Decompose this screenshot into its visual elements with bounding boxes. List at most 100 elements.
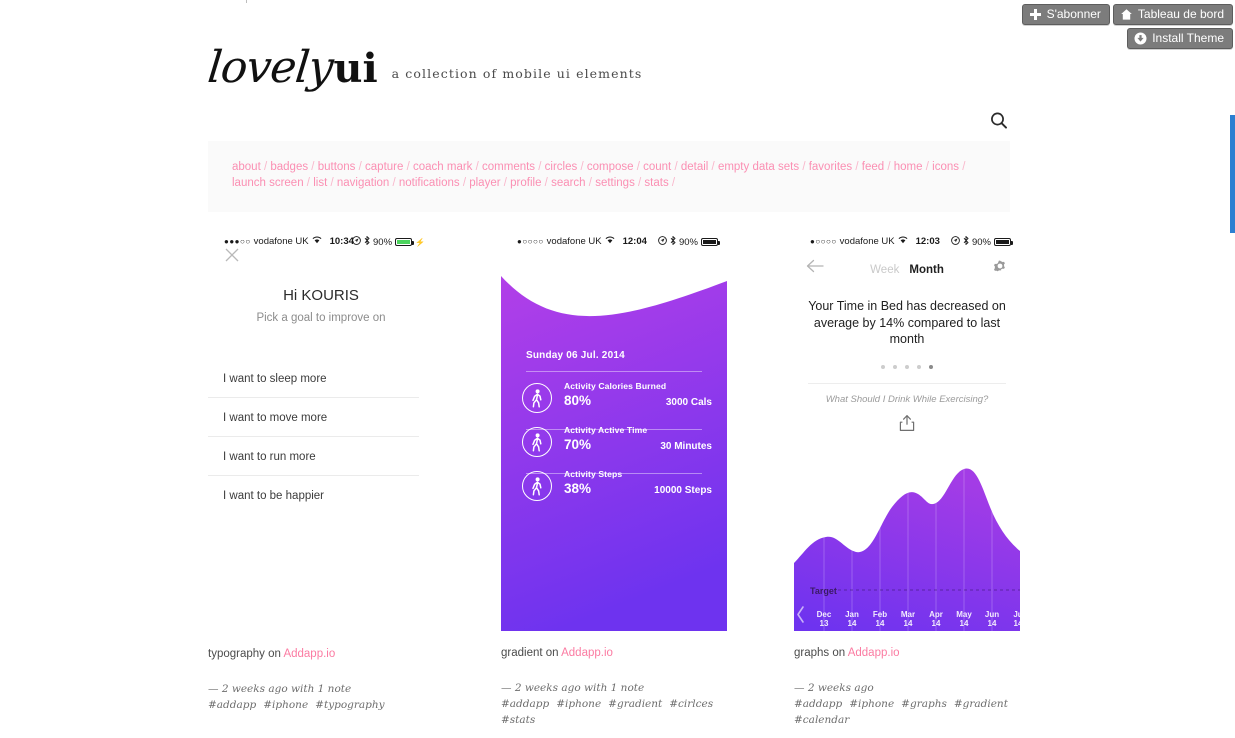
install-theme-button[interactable]: Install Theme: [1127, 28, 1233, 49]
carousel-dot-active[interactable]: [929, 364, 933, 369]
tag[interactable]: #graphs: [901, 698, 947, 710]
wifi-icon: [312, 236, 322, 247]
svg-text:14: 14: [1014, 619, 1020, 628]
activity-row-steps[interactable]: Activity Steps 38% 10000 Steps: [517, 465, 717, 519]
tag[interactable]: #gradient: [608, 698, 662, 710]
tag[interactable]: #iphone: [849, 698, 894, 710]
tag[interactable]: #typography: [315, 699, 384, 711]
caption-link[interactable]: Addapp.io: [848, 647, 900, 659]
nav-link-comments[interactable]: comments: [482, 161, 535, 173]
nav-link-player[interactable]: player: [469, 177, 500, 189]
nav-link-compose[interactable]: compose: [587, 161, 634, 173]
nav-link-detail[interactable]: detail: [681, 161, 709, 173]
tag[interactable]: #stats: [501, 714, 535, 726]
tag[interactable]: #gradient: [954, 698, 1008, 710]
nav-link-home[interactable]: home: [894, 161, 923, 173]
nav-link-stats[interactable]: stats: [644, 177, 668, 189]
walking-person-icon: [522, 383, 552, 413]
scrollbar-thumb[interactable]: [1230, 115, 1235, 233]
tag[interactable]: #addapp: [794, 698, 842, 710]
svg-text:Mar: Mar: [901, 610, 915, 619]
nav-link-coach-mark[interactable]: coach mark: [413, 161, 472, 173]
carousel-dots[interactable]: [794, 356, 1020, 374]
wifi-icon: [898, 236, 908, 247]
goal-item-move[interactable]: I want to move more: [208, 412, 419, 437]
scrollbar-track[interactable]: [1230, 0, 1235, 738]
tag[interactable]: #addapp: [501, 698, 549, 710]
bluetooth-icon: [364, 235, 370, 248]
activity-date: Sunday 06 Jul. 2014: [526, 350, 625, 361]
nav-link-notifications[interactable]: notifications: [399, 177, 460, 189]
carousel-dot[interactable]: [905, 364, 909, 369]
tab-month[interactable]: Month: [909, 264, 943, 276]
caption-meta: — 2 weeks ago: [794, 682, 874, 694]
carrier-label: vodafone UK: [253, 236, 309, 247]
subscribe-button[interactable]: S'abonner: [1021, 4, 1110, 25]
goal-item-happier[interactable]: I want to be happier: [208, 490, 419, 514]
site-logo[interactable]: lovely ui a collection of mobile ui elem…: [205, 42, 1010, 93]
caption-title: graphs on Addapp.io: [794, 647, 1020, 659]
nav-separator: /: [500, 176, 511, 189]
activity-value: 10000 Steps: [654, 485, 712, 496]
nav-link-list[interactable]: list: [313, 177, 327, 189]
nav-link-badges[interactable]: badges: [270, 161, 308, 173]
goal-item-run[interactable]: I want to run more: [208, 451, 419, 476]
nav-link-search[interactable]: search: [551, 177, 586, 189]
nav-link-profile[interactable]: profile: [510, 177, 541, 189]
tag[interactable]: #addapp: [208, 699, 256, 711]
caption-link[interactable]: Addapp.io: [561, 647, 613, 659]
svg-text:14: 14: [848, 619, 857, 628]
carousel-dot[interactable]: [881, 364, 885, 369]
area-chart[interactable]: Target Dec 13 Jan 14 Feb 14 Mar 14 Apr 14 May…: [794, 445, 1020, 631]
activity-value: 30 Minutes: [660, 441, 712, 452]
nav-separator: /: [634, 176, 645, 189]
tumblr-top-bar: S'abonner Tableau de bord Install Theme: [0, 0, 1235, 49]
nav-link-count[interactable]: count: [643, 161, 671, 173]
nav-link-about[interactable]: about: [232, 161, 261, 173]
activity-percent: 80%: [564, 393, 592, 408]
svg-text:Target: Target: [810, 586, 837, 596]
svg-text:13: 13: [820, 619, 829, 628]
caption-title-prefix: typography on: [208, 648, 284, 660]
carousel-dot[interactable]: [917, 364, 921, 369]
nav-link-launch-screen[interactable]: launch screen: [232, 177, 304, 189]
nav-separator: /: [472, 161, 483, 173]
nav-link-buttons[interactable]: buttons: [318, 161, 356, 173]
tag[interactable]: #calendar: [794, 714, 849, 726]
status-bar: ●○○○○ vodafone UK 12:04 90%: [501, 232, 727, 251]
caption-tags: #addapp #iphone #gradient #cirlces #stats: [501, 696, 727, 728]
search-icon[interactable]: [988, 110, 1010, 132]
status-bar: ●○○○○ vodafone UK 12:03 90%: [794, 232, 1020, 251]
share-icon[interactable]: [794, 414, 1020, 437]
caption-link[interactable]: Addapp.io: [283, 648, 335, 660]
caption-title: gradient on Addapp.io: [501, 647, 727, 659]
nav-link-capture[interactable]: capture: [365, 161, 403, 173]
signal-dots: ●●●○○: [224, 236, 251, 246]
dashboard-button[interactable]: Tableau de bord: [1112, 4, 1233, 25]
tag[interactable]: #iphone: [556, 698, 601, 710]
close-icon[interactable]: [223, 246, 241, 264]
caption-tags: #addapp #iphone #graphs #gradient #calendar: [794, 696, 1020, 728]
battery-percent: 90%: [373, 236, 393, 248]
location-icon: [658, 236, 667, 248]
tag[interactable]: #iphone: [263, 699, 308, 711]
nav-link-empty-data-sets[interactable]: empty data sets: [718, 161, 799, 173]
gear-icon[interactable]: [992, 258, 1008, 279]
svg-text:May: May: [956, 610, 972, 619]
battery-icon: [994, 238, 1013, 246]
carousel-dot[interactable]: [893, 364, 897, 369]
nav-link-favorites[interactable]: favorites: [809, 161, 852, 173]
nav-link-settings[interactable]: settings: [595, 177, 635, 189]
nav-link-icons[interactable]: icons: [932, 161, 959, 173]
tab-week[interactable]: Week: [870, 264, 899, 276]
goal-item-sleep[interactable]: I want to sleep more: [208, 373, 419, 398]
location-icon: [352, 236, 361, 248]
activity-percent: 38%: [564, 481, 592, 496]
logo-bold-text: ui: [333, 45, 378, 92]
divider: [526, 371, 702, 372]
nav-link-feed[interactable]: feed: [862, 161, 884, 173]
nav-link-circles[interactable]: circles: [545, 161, 578, 173]
activity-card: Sunday 06 Jul. 2014 Activity Calories Bu…: [501, 251, 727, 631]
nav-link-navigation[interactable]: navigation: [337, 177, 389, 189]
tag[interactable]: #cirlces: [669, 698, 713, 710]
